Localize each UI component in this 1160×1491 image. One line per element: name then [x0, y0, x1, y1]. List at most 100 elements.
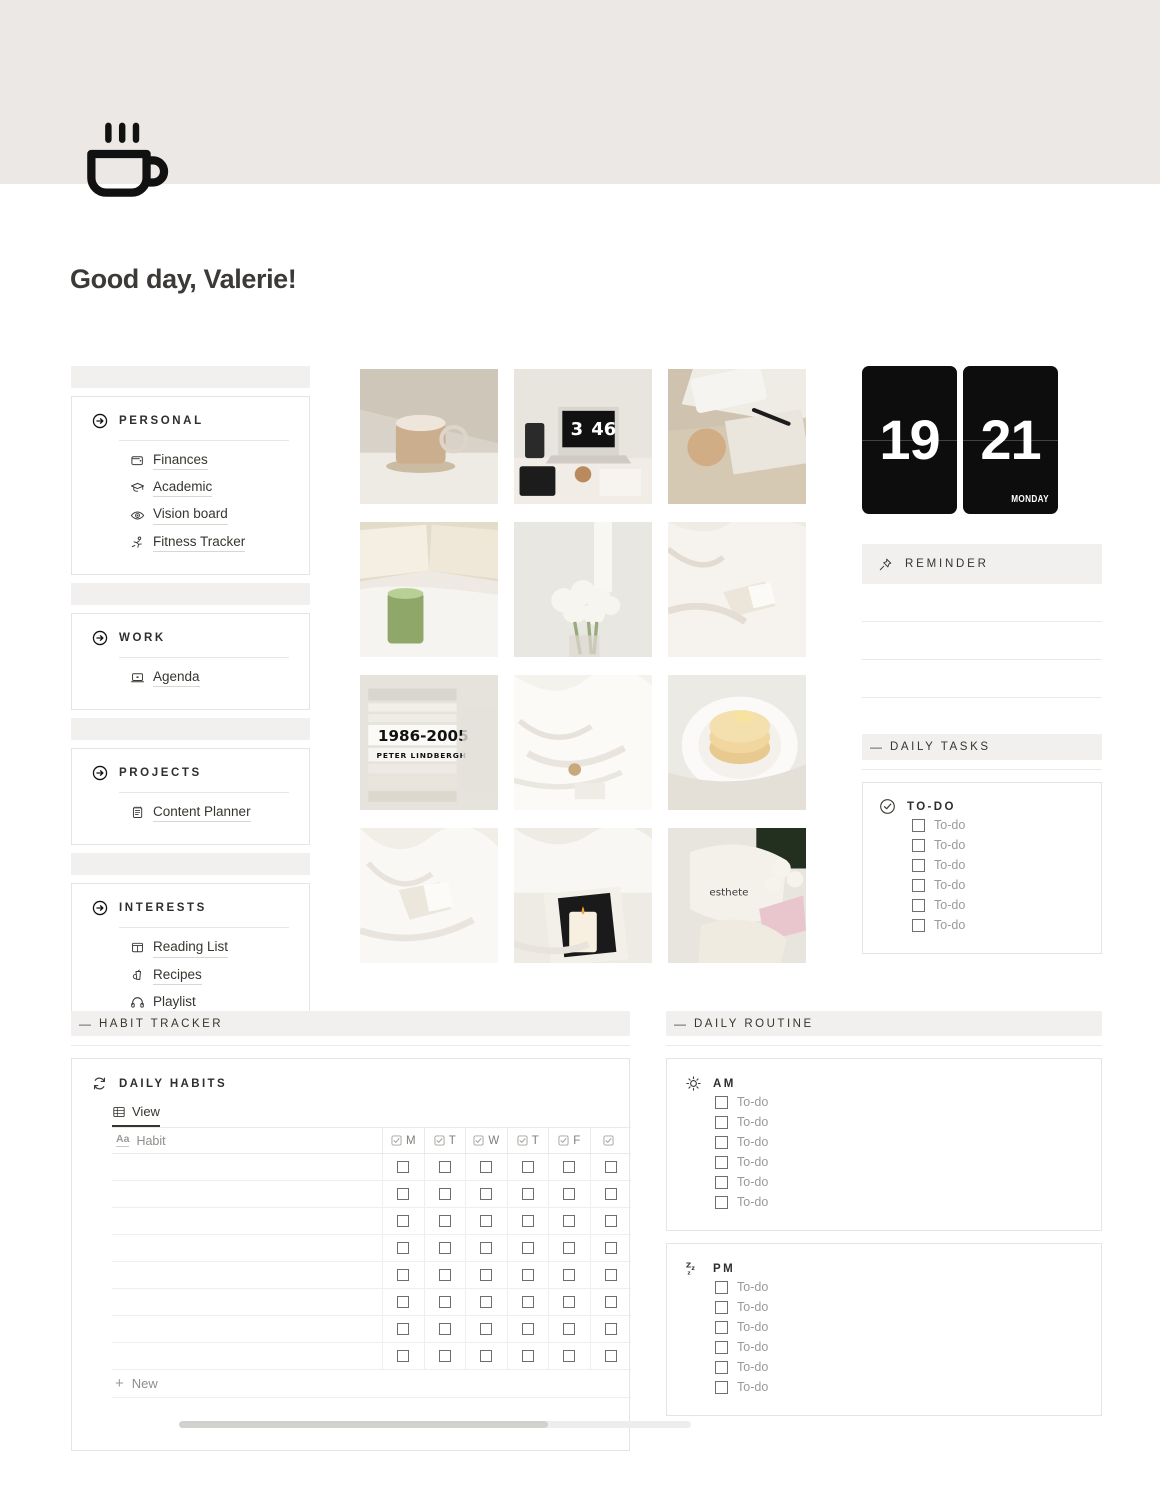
- gallery-image[interactable]: [360, 369, 498, 504]
- checkbox[interactable]: [438, 1242, 451, 1254]
- habit-day-cell[interactable]: [589, 1288, 632, 1316]
- nav-group-header[interactable]: WORK: [92, 630, 289, 646]
- habit-day-cell[interactable]: [548, 1207, 590, 1235]
- habit-day-cell[interactable]: [506, 1207, 549, 1235]
- checkbox[interactable]: [521, 1350, 534, 1362]
- checkbox[interactable]: [715, 1340, 728, 1354]
- collapse-dash[interactable]: —: [870, 740, 882, 754]
- habit-day-cell[interactable]: [382, 1207, 424, 1235]
- checkbox[interactable]: [480, 1269, 493, 1281]
- checkbox[interactable]: [563, 1323, 576, 1335]
- habit-day-cell[interactable]: [548, 1315, 590, 1343]
- gallery-image[interactable]: [514, 828, 652, 963]
- checkbox[interactable]: [521, 1242, 534, 1254]
- column-header-day[interactable]: M: [382, 1127, 424, 1154]
- habit-day-cell[interactable]: [465, 1153, 507, 1181]
- todo-item[interactable]: To-do: [912, 855, 1085, 875]
- checkbox[interactable]: [604, 1269, 617, 1281]
- column-header-day[interactable]: T: [506, 1127, 549, 1154]
- routine-item[interactable]: To-do: [715, 1172, 1083, 1192]
- horizontal-scrollbar[interactable]: [179, 1421, 691, 1428]
- checkbox[interactable]: [480, 1350, 493, 1362]
- checkbox[interactable]: [715, 1155, 728, 1169]
- habit-day-cell[interactable]: [548, 1234, 590, 1262]
- habit-day-cell[interactable]: [548, 1180, 590, 1208]
- routine-item[interactable]: To-do: [715, 1357, 1083, 1377]
- habit-day-cell[interactable]: [382, 1234, 424, 1262]
- checkbox[interactable]: [480, 1296, 493, 1308]
- habit-day-cell[interactable]: [423, 1261, 466, 1289]
- habit-day-cell[interactable]: [465, 1342, 507, 1370]
- gallery-image[interactable]: [514, 522, 652, 657]
- checkbox[interactable]: [480, 1215, 493, 1227]
- table-row[interactable]: [112, 1315, 631, 1343]
- checkbox[interactable]: [604, 1323, 617, 1335]
- checkbox[interactable]: [563, 1296, 576, 1308]
- table-row[interactable]: [112, 1207, 631, 1235]
- checkbox[interactable]: [715, 1300, 728, 1314]
- checkbox[interactable]: [563, 1215, 576, 1227]
- habit-day-cell[interactable]: [423, 1207, 466, 1235]
- column-header-day[interactable]: [589, 1127, 632, 1154]
- checkbox[interactable]: [438, 1188, 451, 1200]
- habit-day-cell[interactable]: [465, 1234, 507, 1262]
- habit-day-cell[interactable]: [506, 1234, 549, 1262]
- sidebar-item-reading-list[interactable]: Reading List: [130, 934, 289, 961]
- habit-day-cell[interactable]: [382, 1180, 424, 1208]
- checkbox[interactable]: [397, 1161, 410, 1173]
- table-row[interactable]: [112, 1180, 632, 1208]
- habit-day-cell[interactable]: [423, 1180, 466, 1208]
- column-header-habit[interactable]: Aa Habit: [112, 1134, 382, 1148]
- routine-item[interactable]: To-do: [715, 1337, 1083, 1357]
- checkbox[interactable]: [438, 1350, 451, 1362]
- checkbox[interactable]: [397, 1215, 410, 1227]
- checkbox[interactable]: [715, 1095, 728, 1109]
- habit-day-cell[interactable]: [589, 1153, 632, 1181]
- checkbox[interactable]: [397, 1188, 410, 1200]
- checkbox[interactable]: [715, 1380, 728, 1394]
- checkbox[interactable]: [715, 1115, 728, 1129]
- collapse-dash[interactable]: —: [79, 1017, 91, 1031]
- checkbox[interactable]: [397, 1323, 410, 1335]
- checkbox[interactable]: [912, 838, 925, 852]
- checkbox[interactable]: [563, 1269, 576, 1281]
- collapse-dash[interactable]: —: [674, 1017, 686, 1031]
- checkbox[interactable]: [480, 1242, 493, 1254]
- habit-day-cell[interactable]: [548, 1288, 590, 1316]
- gallery-image[interactable]: [668, 369, 806, 504]
- habit-day-cell[interactable]: [465, 1315, 507, 1343]
- table-row[interactable]: [112, 1261, 632, 1289]
- habit-day-cell[interactable]: [589, 1261, 632, 1289]
- checkbox[interactable]: [715, 1175, 728, 1189]
- todo-item[interactable]: To-do: [912, 915, 1085, 935]
- checkbox[interactable]: [438, 1215, 451, 1227]
- checkbox[interactable]: [912, 878, 925, 892]
- coffee-cup-icon[interactable]: [84, 119, 176, 211]
- habit-day-cell[interactable]: [589, 1234, 632, 1262]
- checkbox[interactable]: [715, 1195, 728, 1209]
- checkbox[interactable]: [438, 1323, 451, 1335]
- habit-day-cell[interactable]: [423, 1315, 466, 1343]
- habit-day-cell[interactable]: [506, 1261, 549, 1289]
- habit-day-cell[interactable]: [548, 1261, 590, 1289]
- gallery-image[interactable]: [360, 828, 498, 963]
- checkbox[interactable]: [563, 1188, 576, 1200]
- checkbox[interactable]: [397, 1269, 410, 1281]
- checkbox[interactable]: [480, 1161, 493, 1173]
- routine-item[interactable]: To-do: [715, 1377, 1083, 1397]
- checkbox[interactable]: [604, 1242, 617, 1254]
- checkbox[interactable]: [715, 1360, 728, 1374]
- table-row[interactable]: [112, 1288, 632, 1316]
- habit-day-cell[interactable]: [382, 1342, 424, 1370]
- sidebar-item-finances[interactable]: Finances: [130, 447, 289, 474]
- sidebar-item-fitness-tracker[interactable]: Fitness Tracker: [130, 529, 289, 556]
- habit-day-cell[interactable]: [465, 1261, 507, 1289]
- gallery-image[interactable]: esthete: [668, 828, 806, 963]
- sidebar-item-agenda[interactable]: Agenda: [130, 664, 289, 691]
- checkbox[interactable]: [521, 1215, 534, 1227]
- checkbox[interactable]: [521, 1188, 534, 1200]
- habit-day-cell[interactable]: [589, 1180, 632, 1208]
- checkbox[interactable]: [563, 1242, 576, 1254]
- scrollbar-thumb[interactable]: [179, 1421, 548, 1428]
- routine-item[interactable]: To-do: [715, 1152, 1083, 1172]
